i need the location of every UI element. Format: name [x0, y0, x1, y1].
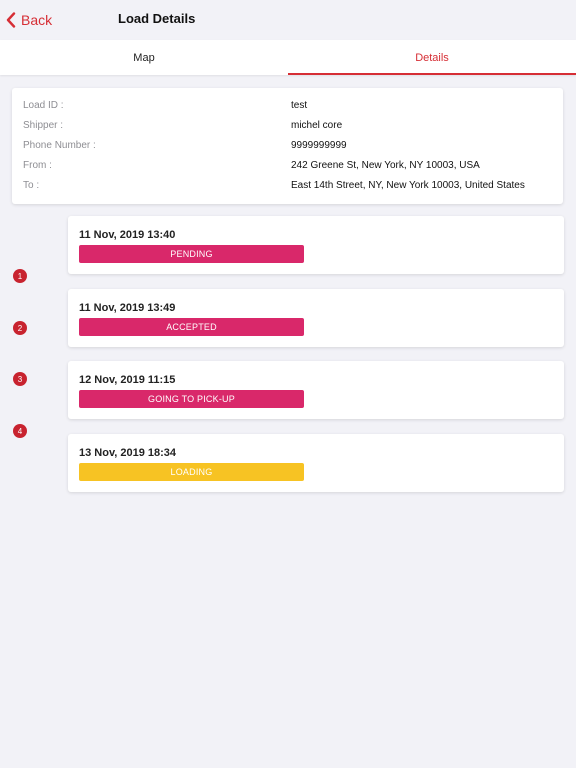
page-title: Load Details: [118, 11, 196, 26]
to-value: East 14th Street, NY, New York 10003, Un…: [291, 180, 525, 191]
chevron-left-icon: [6, 12, 16, 28]
status-date: 13 Nov, 2019 18:34: [79, 447, 177, 459]
tab-details-label: Details: [415, 51, 449, 64]
info-row-phone: Phone Number : 9999999999: [12, 136, 563, 156]
step-badge: 4: [13, 424, 27, 438]
info-row-shipper: Shipper : michel core: [12, 116, 563, 136]
load-id-label: Load ID :: [23, 100, 64, 111]
tab-map[interactable]: Map: [0, 40, 288, 75]
tab-map-label: Map: [133, 51, 155, 64]
status-date: 11 Nov, 2019 13:49: [79, 302, 176, 314]
tab-bar: Map Details: [0, 40, 576, 75]
tab-details[interactable]: Details: [288, 40, 576, 75]
phone-label: Phone Number :: [23, 140, 96, 151]
phone-value: 9999999999: [291, 140, 347, 151]
info-row-from: From : 242 Greene St, New York, NY 10003…: [12, 156, 563, 176]
back-button[interactable]: Back: [6, 9, 52, 31]
step-badge: 2: [13, 321, 27, 335]
status-card[interactable]: 13 Nov, 2019 18:34 LOADING: [68, 434, 564, 492]
status-card[interactable]: 12 Nov, 2019 11:15 GOING TO PICK-UP: [68, 361, 564, 419]
status-card[interactable]: 11 Nov, 2019 13:49 ACCEPTED: [68, 289, 564, 347]
navigation-bar: Back Load Details: [0, 0, 576, 40]
step-badge: 1: [13, 269, 27, 283]
info-row-load-id: Load ID : test: [12, 96, 563, 116]
load-id-value: test: [291, 100, 308, 111]
status-date: 11 Nov, 2019 13:40: [79, 229, 176, 241]
to-label: To :: [23, 180, 40, 191]
status-badge: LOADING: [79, 463, 304, 481]
info-row-to: To : East 14th Street, NY, New York 1000…: [12, 176, 563, 196]
status-card[interactable]: 11 Nov, 2019 13:40 PENDING: [68, 216, 564, 274]
shipper-label: Shipper :: [23, 120, 64, 131]
back-label: Back: [21, 12, 53, 28]
status-badge: GOING TO PICK-UP: [79, 390, 304, 408]
step-badge: 3: [13, 372, 27, 386]
status-date: 12 Nov, 2019 11:15: [79, 374, 176, 386]
load-info-card: Load ID : test Shipper : michel core Pho…: [12, 88, 563, 204]
status-badge: PENDING: [79, 245, 304, 263]
shipper-value: michel core: [291, 120, 343, 131]
from-label: From :: [23, 160, 52, 171]
status-badge: ACCEPTED: [79, 318, 304, 336]
from-value: 242 Greene St, New York, NY 10003, USA: [291, 160, 480, 171]
